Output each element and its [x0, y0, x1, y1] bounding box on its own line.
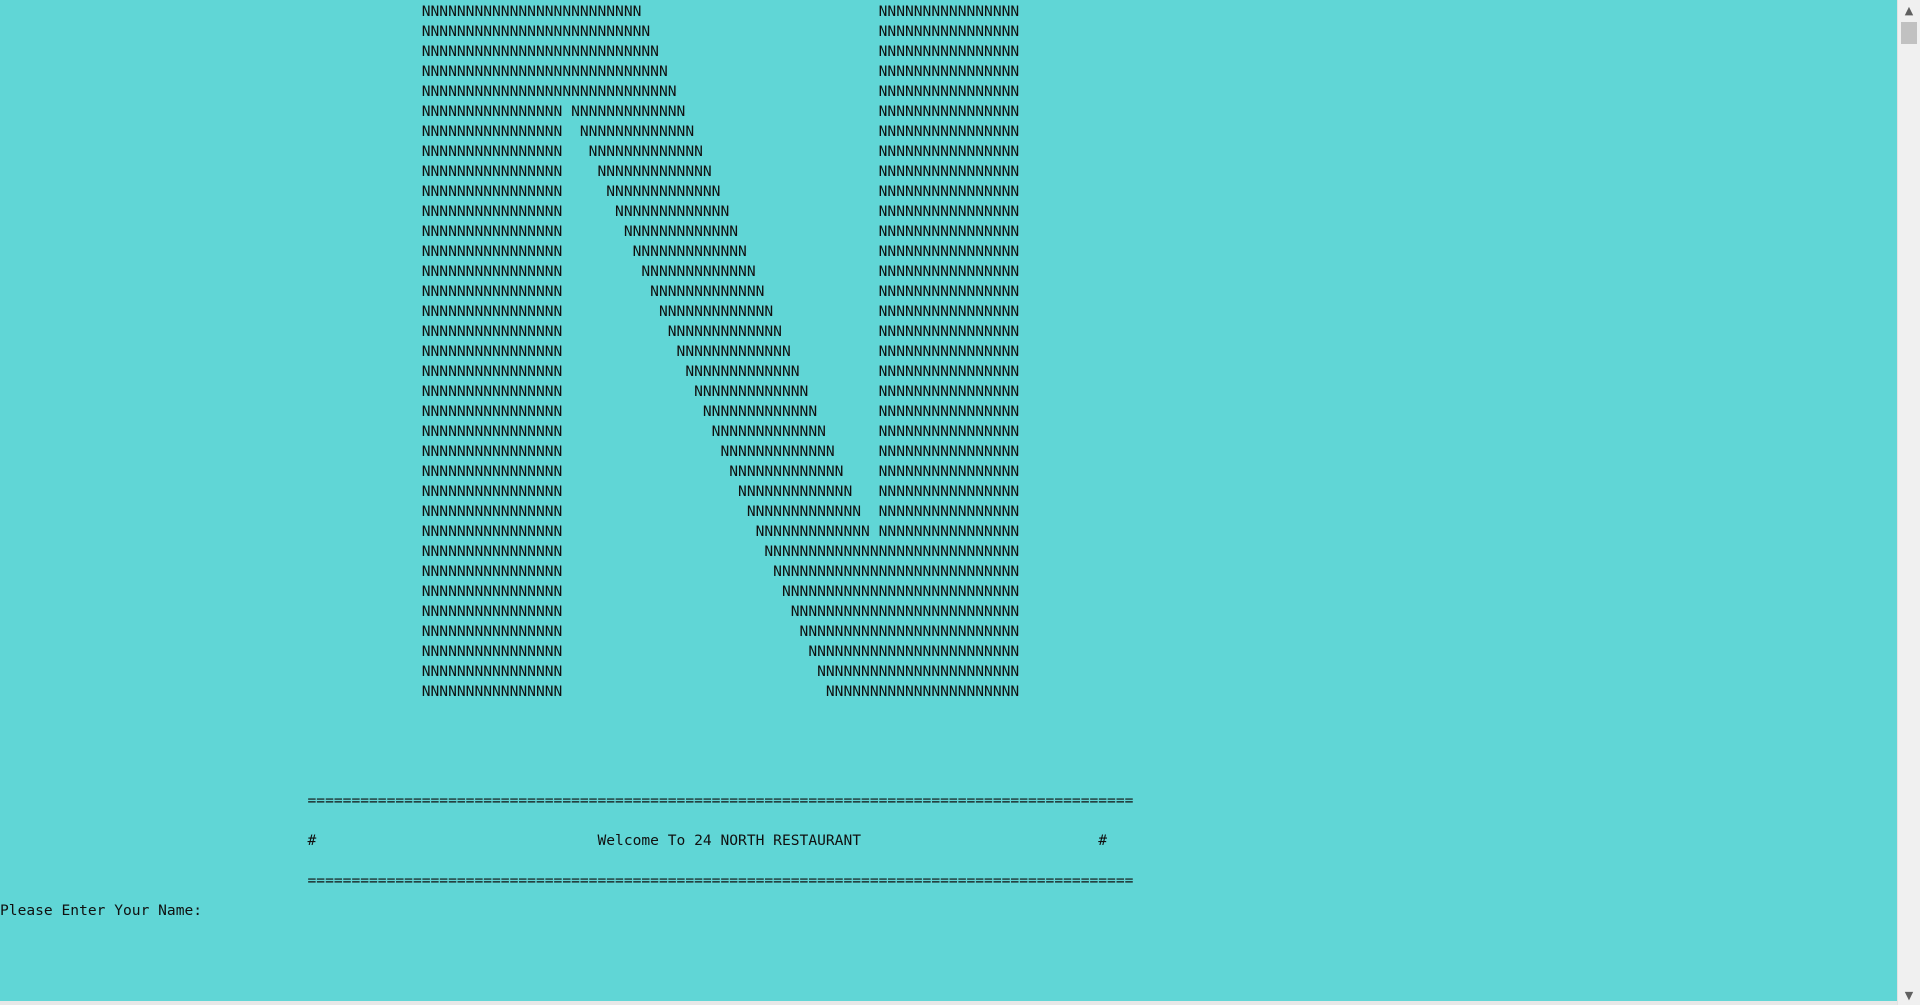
ascii-logo-line: NNNNNNNNNNNNNNNN NNNNNNNNNNNNN NNNNNNNNN…: [0, 443, 1020, 460]
ascii-logo-line: NNNNNNNNNNNNNNNNNNNNNNNNNNN NNNNNNNNNNNN…: [0, 43, 1020, 60]
prompt-label: Please Enter Your Name:: [0, 902, 211, 919]
ascii-logo-line: NNNNNNNNNNNNNNNN NNNNNNNNNNNNN NNNNNNNNN…: [0, 283, 1020, 300]
ascii-logo-line: NNNNNNNNNNNNNNNN NNNNNNNNNNNNN NNNNNNNNN…: [0, 523, 1020, 540]
ascii-logo-line: NNNNNNNNNNNNNNNN NNNNNNNNNNNNNNNNNNNNNNN…: [0, 643, 1020, 660]
ascii-logo: NNNNNNNNNNNNNNNNNNNNNNNNN NNNNNNNNNNNNNN…: [0, 2, 1019, 702]
ascii-logo-line: NNNNNNNNNNNNNNNN NNNNNNNNNNNNN NNNNNNNNN…: [0, 163, 1020, 180]
ascii-logo-line: NNNNNNNNNNNNNNNNNNNNNNNNNNNN NNNNNNNNNNN…: [0, 63, 1020, 80]
ascii-logo-line: NNNNNNNNNNNNNNNN NNNNNNNNNNNNNNNNNNNNNNN…: [0, 563, 1020, 580]
ascii-logo-line: NNNNNNNNNNNNNNNN NNNNNNNNNNNNN NNNNNNNNN…: [0, 383, 1020, 400]
name-input[interactable]: [210, 901, 611, 919]
ascii-logo-line: NNNNNNNNNNNNNNNN NNNNNNNNNNNNN NNNNNNNNN…: [0, 323, 1020, 340]
ascii-logo-line: NNNNNNNNNNNNNNNN NNNNNNNNNNNNNNNNNNNNNNN…: [0, 603, 1020, 620]
ascii-logo-line: NNNNNNNNNNNNNNNNNNNNNNNNNN NNNNNNNNNNNNN…: [0, 23, 1020, 40]
ascii-logo-line: NNNNNNNNNNNNNNNN NNNNNNNNNNNNN NNNNNNNNN…: [0, 463, 1020, 480]
vertical-scrollbar[interactable]: ▲ ▼: [1897, 0, 1920, 1005]
ascii-logo-line: NNNNNNNNNNNNNNNNNNNNNNNNNNNNN NNNNNNNNNN…: [0, 83, 1020, 100]
scroll-down-icon[interactable]: ▼: [1898, 985, 1920, 1005]
ascii-logo-line: NNNNNNNNNNNNNNNN NNNNNNNNNNNNN NNNNNNNNN…: [0, 303, 1020, 320]
ascii-logo-line: NNNNNNNNNNNNNNNN NNNNNNNNNNNNN NNNNNNNNN…: [0, 263, 1020, 280]
banner-top-rule: ========================================…: [0, 792, 1134, 809]
ascii-logo-line: NNNNNNNNNNNNNNNN NNNNNNNNNNNNN NNNNNNNNN…: [0, 363, 1020, 380]
ascii-logo-line: NNNNNNNNNNNNNNNN NNNNNNNNNNNNNNNNNNNNNNN…: [0, 623, 1020, 640]
ascii-logo-line: NNNNNNNNNNNNNNNN NNNNNNNNNNNNNNNNNNNNNNN…: [0, 543, 1020, 560]
ascii-logo-line: NNNNNNNNNNNNNNNN NNNNNNNNNNNNN NNNNNNNNN…: [0, 203, 1020, 220]
ascii-logo-line: NNNNNNNNNNNNNNNN NNNNNNNNNNNNN NNNNNNNNN…: [0, 103, 1020, 120]
ascii-logo-line: NNNNNNNNNNNNNNNN NNNNNNNNNNNNN NNNNNNNNN…: [0, 343, 1020, 360]
welcome-banner: ========================================…: [0, 781, 1134, 901]
ascii-logo-line: NNNNNNNNNNNNNNNN NNNNNNNNNNNNNNNNNNNNNN: [0, 683, 1020, 700]
ascii-logo-line: NNNNNNNNNNNNNNNN NNNNNNNNNNNNN NNNNNNNNN…: [0, 403, 1020, 420]
banner-bottom-rule: ========================================…: [0, 872, 1134, 889]
ascii-logo-line: NNNNNNNNNNNNNNNNNNNNNNNNN NNNNNNNNNNNNNN…: [0, 3, 1020, 20]
name-prompt: Please Enter Your Name:: [0, 901, 611, 921]
banner-title: # Welcome To 24 NORTH RESTAURANT #: [0, 832, 1108, 849]
ascii-logo-line: NNNNNNNNNNNNNNNN NNNNNNNNNNNNN NNNNNNNNN…: [0, 423, 1020, 440]
ascii-logo-line: NNNNNNNNNNNNNNNN NNNNNNNNNNNNNNNNNNNNNNN…: [0, 583, 1020, 600]
ascii-logo-line: NNNNNNNNNNNNNNNN NNNNNNNNNNNNN NNNNNNNNN…: [0, 143, 1020, 160]
ascii-logo-line: NNNNNNNNNNNNNNNN NNNNNNNNNNNNN NNNNNNNNN…: [0, 123, 1020, 140]
ascii-logo-line: NNNNNNNNNNNNNNNN NNNNNNNNNNNNN NNNNNNNNN…: [0, 223, 1020, 240]
scroll-thumb[interactable]: [1901, 22, 1917, 44]
ascii-logo-line: NNNNNNNNNNNNNNNN NNNNNNNNNNNNN NNNNNNNNN…: [0, 243, 1020, 260]
horizontal-scroll-strip: [0, 1001, 1898, 1005]
scroll-up-icon[interactable]: ▲: [1898, 0, 1920, 20]
ascii-logo-line: NNNNNNNNNNNNNNNN NNNNNNNNNNNNNNNNNNNNNNN: [0, 663, 1020, 680]
console-window: NNNNNNNNNNNNNNNNNNNNNNNNN NNNNNNNNNNNNNN…: [0, 0, 1898, 1005]
ascii-logo-line: NNNNNNNNNNNNNNNN NNNNNNNNNNNNN NNNNNNNNN…: [0, 503, 1020, 520]
ascii-logo-line: NNNNNNNNNNNNNNNN NNNNNNNNNNNNN NNNNNNNNN…: [0, 183, 1020, 200]
ascii-logo-line: NNNNNNNNNNNNNNNN NNNNNNNNNNNNN NNNNNNNNN…: [0, 483, 1020, 500]
